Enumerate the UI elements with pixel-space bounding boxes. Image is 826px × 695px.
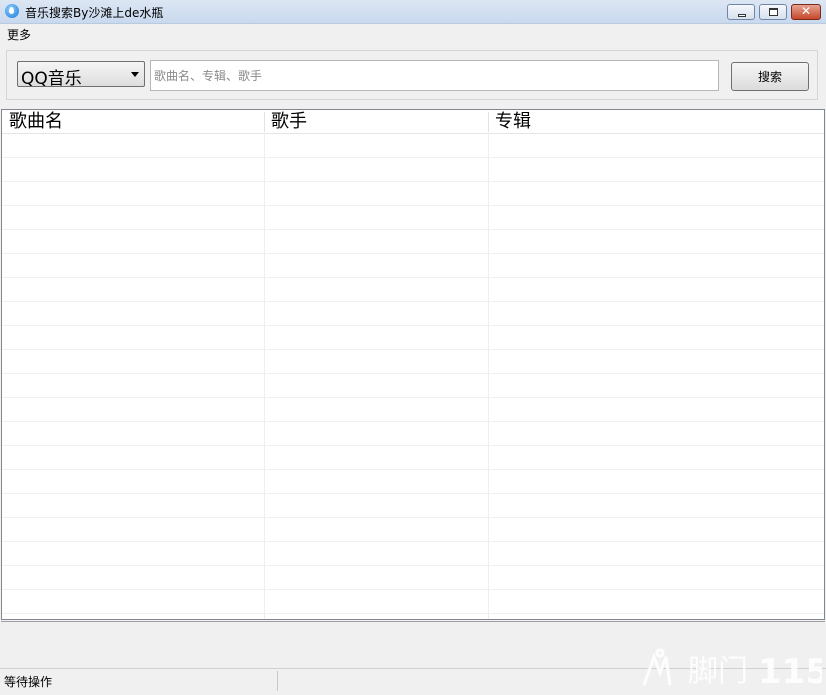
- watermark-text: 脚门: [688, 654, 748, 689]
- table-row[interactable]: [2, 374, 824, 398]
- table-row[interactable]: [2, 230, 824, 254]
- table-row[interactable]: [2, 590, 824, 614]
- menu-item-more[interactable]: 更多: [7, 26, 31, 43]
- table-header: 歌曲名 歌手 专辑: [2, 110, 824, 134]
- table-row[interactable]: [2, 542, 824, 566]
- table-row[interactable]: [2, 254, 824, 278]
- music-source-select[interactable]: QQ音乐: [17, 61, 145, 89]
- table-row[interactable]: [2, 470, 824, 494]
- app-icon: [5, 4, 19, 18]
- table-row[interactable]: [2, 518, 824, 542]
- status-text: 等待操作: [4, 675, 53, 689]
- close-icon: ✕: [800, 4, 812, 18]
- column-header-singer[interactable]: 歌手: [264, 111, 488, 133]
- table-row[interactable]: [2, 206, 824, 230]
- table-row[interactable]: [2, 134, 824, 158]
- column-divider[interactable]: [488, 112, 489, 132]
- column-divider[interactable]: [264, 112, 265, 132]
- table-row[interactable]: [2, 446, 824, 470]
- maximize-icon: [769, 8, 778, 16]
- watermark-number: 115: [758, 652, 822, 689]
- music-source-value: QQ音乐: [21, 69, 82, 89]
- table-row[interactable]: [2, 302, 824, 326]
- table-row[interactable]: [2, 350, 824, 374]
- table-row[interactable]: [2, 566, 824, 590]
- menu-bar: 更多: [0, 24, 826, 43]
- window-title: 音乐搜索By沙滩上de水瓶: [25, 6, 164, 20]
- table-row[interactable]: [2, 422, 824, 446]
- close-button[interactable]: ✕: [791, 4, 821, 20]
- table-row[interactable]: [2, 398, 824, 422]
- title-bar: 音乐搜索By沙滩上de水瓶 ✕: [0, 0, 826, 24]
- search-input[interactable]: [150, 60, 719, 91]
- watermark-logo: 脚门 115: [642, 648, 822, 689]
- table-row[interactable]: [2, 494, 824, 518]
- maximize-button[interactable]: [759, 4, 787, 20]
- search-button[interactable]: 搜索: [731, 62, 809, 91]
- minimize-icon: [738, 14, 746, 17]
- results-table[interactable]: 歌曲名 歌手 专辑: [1, 109, 825, 620]
- table-row[interactable]: [2, 158, 824, 182]
- status-divider: [277, 671, 278, 691]
- chevron-down-icon: [131, 72, 139, 77]
- column-header-song[interactable]: 歌曲名: [2, 111, 264, 133]
- minimize-button[interactable]: [727, 4, 755, 20]
- column-header-album[interactable]: 专辑: [488, 111, 824, 133]
- table-row[interactable]: [2, 326, 824, 350]
- table-row[interactable]: [2, 278, 824, 302]
- table-row[interactable]: [2, 182, 824, 206]
